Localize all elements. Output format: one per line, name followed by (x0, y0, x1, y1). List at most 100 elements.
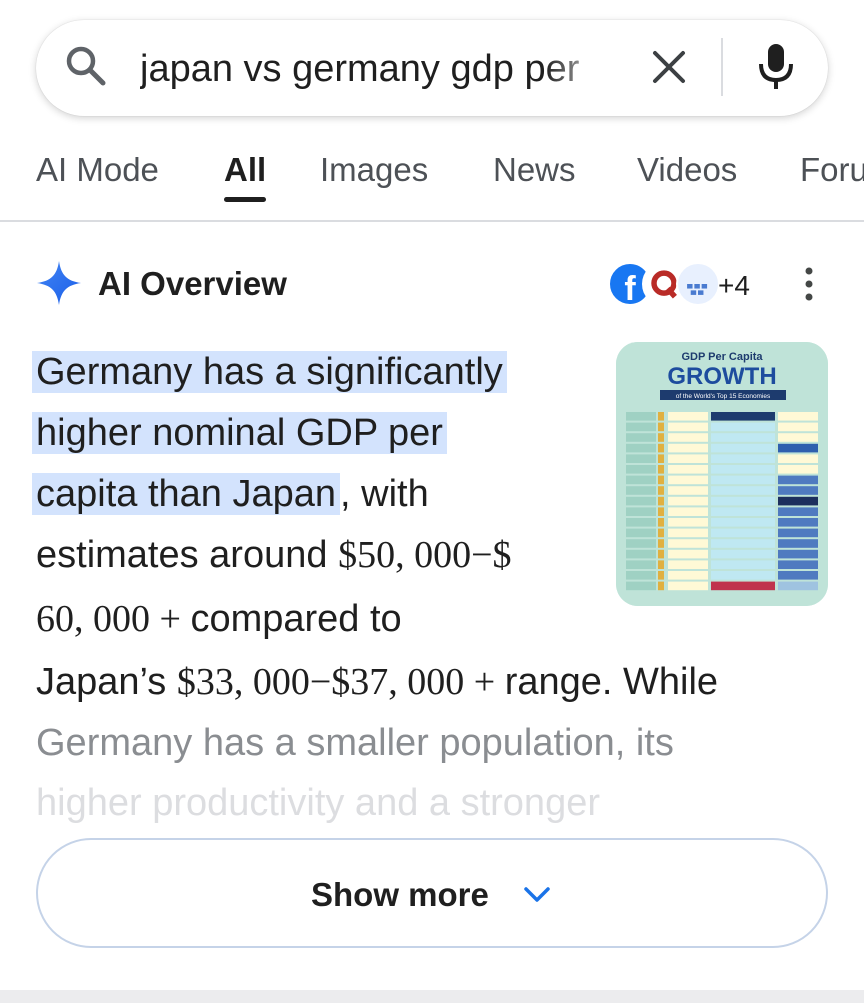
thumb-change-cell (711, 549, 775, 559)
thumb-value-cell (668, 496, 708, 506)
thumb-value-cell (668, 422, 708, 432)
tab-news[interactable]: News (493, 150, 576, 190)
more-vert-icon[interactable] (800, 264, 818, 304)
thumb-value-cell (668, 528, 708, 538)
thumb-country-cell (626, 454, 656, 463)
search-tabs: AI Mode All Images News Videos Forums (0, 130, 864, 220)
active-tab-indicator (224, 197, 266, 202)
highlighted-text: higher nominal GDP per (32, 412, 447, 454)
source-favicons[interactable]: f +4 (608, 260, 768, 308)
search-icon[interactable] (64, 44, 108, 88)
search-input[interactable]: japan vs germany gdp per (140, 43, 616, 95)
tab-videos[interactable]: Videos (637, 150, 737, 190)
overview-text: Japan’s (36, 661, 177, 703)
thumb-value-cell (778, 486, 818, 495)
thumb-value-cell (668, 581, 708, 591)
thumb-change-cell (711, 433, 775, 442)
math-text: 60, 000 + (36, 598, 191, 640)
thumb-value-cell (668, 465, 708, 474)
show-more-button[interactable]: Show more (36, 838, 828, 948)
thumb-country-cell (626, 518, 656, 527)
microphone-icon[interactable] (755, 42, 797, 92)
thumb-country-cell (626, 571, 656, 580)
thumb-value-cell (778, 571, 818, 580)
thumb-change-cell (711, 443, 775, 453)
thumb-country-cell (626, 422, 656, 432)
thumb-change-cell (711, 518, 775, 527)
overview-line-7: Germany has a smaller population, its (36, 722, 674, 764)
tab-forums[interactable]: Forums (800, 150, 864, 190)
thumb-country-cell (626, 549, 656, 559)
thumb-value-cell (668, 412, 708, 421)
tab-images[interactable]: Images (320, 150, 428, 190)
math-text: $33, 000−$37, 000 + (176, 661, 505, 703)
thumb-flag-icon (658, 475, 664, 485)
math-text: $50, 000−$ (338, 534, 512, 576)
thumb-flag-icon (658, 560, 664, 569)
overview-line-5: 60, 000 + compared to (36, 589, 402, 650)
thumb-flag-icon (658, 581, 664, 591)
thumb-flag-icon (658, 549, 664, 559)
thumb-value-cell (668, 539, 708, 548)
thumb-flag-icon (658, 465, 664, 474)
thumb-flag-icon (658, 443, 664, 453)
globe-icon (676, 262, 720, 306)
close-icon[interactable] (650, 48, 688, 86)
thumb-value-cell (778, 475, 818, 485)
overview-line-2: higher nominal GDP per (32, 403, 447, 464)
overview-text: estimates around (36, 534, 339, 576)
thumb-flag-icon (658, 422, 664, 432)
thumb-flag-icon (658, 433, 664, 442)
thumb-value-cell (778, 518, 818, 527)
source-count: +4 (718, 270, 750, 301)
chevron-down-icon (524, 887, 550, 902)
thumb-country-cell (626, 486, 656, 495)
thumb-value-cell (668, 475, 708, 485)
thumb-flag-icon (658, 496, 664, 506)
thumb-value-cell (668, 507, 708, 516)
overview-line-3: capita than Japan, with (32, 464, 429, 525)
overview-line-1: Germany has a significantly (32, 342, 507, 403)
thumb-change-cell (711, 571, 775, 580)
thumb-value-cell (668, 560, 708, 569)
thumb-flag-icon (658, 528, 664, 538)
thumb-table (626, 412, 818, 591)
thumb-value-cell (668, 549, 708, 559)
thumb-flag-icon (658, 507, 664, 516)
thumb-flag-icon (658, 539, 664, 548)
search-divider (721, 38, 723, 96)
gdp-growth-infographic-image[interactable]: GDP Per Capita GROWTH of the World's Top… (616, 342, 828, 606)
thumb-value-cell (778, 539, 818, 548)
tab-all[interactable]: All (224, 150, 266, 190)
section-divider (0, 990, 864, 1003)
thumb-change-cell (711, 539, 775, 548)
thumb-change-cell (711, 454, 775, 463)
thumb-value-cell (778, 549, 818, 559)
thumb-change-cell (711, 465, 775, 474)
thumb-flag-icon (658, 518, 664, 527)
thumb-country-cell (626, 475, 656, 485)
thumb-change-cell (711, 486, 775, 495)
thumb-change-cell (711, 422, 775, 432)
thumb-flag-icon (658, 454, 664, 463)
gemini-spark-icon (37, 261, 81, 305)
thumb-flag-icon (658, 571, 664, 580)
thumb-flag-icon (658, 486, 664, 495)
thumb-value-cell (668, 454, 708, 463)
overview-text: compared to (190, 598, 402, 640)
overview-line-6: Japan’s $33, 000−$37, 000 + range. While (36, 652, 718, 713)
tab-ai-mode[interactable]: AI Mode (36, 150, 159, 190)
thumb-country-cell (626, 581, 656, 591)
thumb-value-cell (778, 528, 818, 538)
thumb-title-big: GROWTH (667, 363, 776, 390)
thumb-value-cell (778, 560, 818, 569)
thumb-change-cell (711, 581, 775, 591)
thumb-change-cell (711, 496, 775, 506)
highlighted-text: Germany has a significantly (32, 351, 507, 393)
thumb-title-small: GDP Per Capita (681, 351, 763, 363)
thumb-change-cell (711, 507, 775, 516)
thumb-country-cell (626, 443, 656, 453)
thumb-value-cell (668, 433, 708, 442)
thumb-value-cell (778, 465, 818, 474)
ai-overview-title: AI Overview (98, 265, 287, 302)
